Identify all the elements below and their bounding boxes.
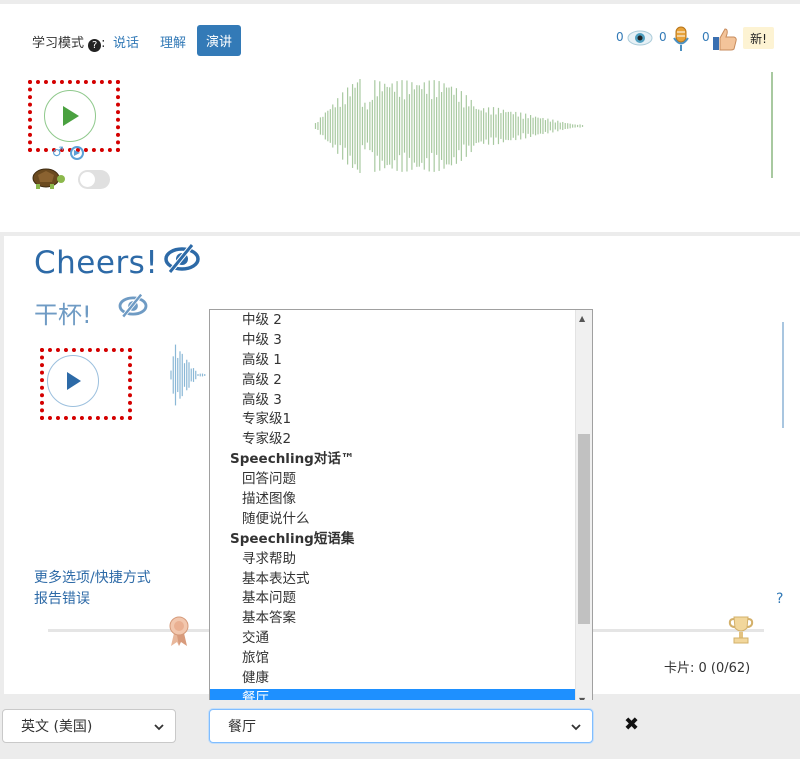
language-select[interactable]: 英文 (美国): [2, 709, 176, 743]
recordings-count: 0: [659, 30, 667, 44]
microphone-icon: [671, 25, 691, 57]
likes-count: 0: [702, 30, 710, 44]
category-option[interactable]: 高级 3: [210, 391, 576, 411]
category-option[interactable]: 高级 1: [210, 351, 576, 371]
category-option[interactable]: 描述图像: [210, 490, 576, 510]
category-option[interactable]: 健康: [210, 669, 576, 689]
mode-speak-link[interactable]: 说话: [113, 32, 139, 51]
medal-icon: [168, 615, 190, 651]
music-note-icon[interactable]: ♂: [52, 145, 64, 160]
category-option[interactable]: 回答问题: [210, 470, 576, 490]
waveform-cursor: [771, 72, 773, 178]
chevron-down-icon: [571, 724, 581, 731]
category-option[interactable]: 交通: [210, 629, 576, 649]
close-icon[interactable]: ✖: [624, 714, 639, 735]
category-dropdown-list[interactable]: 中级 2 中级 3 高级 1 高级 2 高级 3 专家级1 专家级2 Speechling对话…: [209, 309, 593, 708]
more-options-link[interactable]: 更多选项/快捷方式: [34, 567, 151, 587]
dropdown-scrollbar[interactable]: ▲ ▼: [575, 310, 592, 707]
category-option[interactable]: 寻求帮助: [210, 550, 576, 570]
chevron-down-icon: [154, 724, 164, 731]
play-icon: [67, 372, 81, 390]
user-waveform-cursor: [782, 322, 784, 428]
cards-count: 卡片: 0 (0/62): [664, 661, 751, 676]
learning-mode-label: 学习模式 ?:: [32, 36, 106, 52]
translation-text: 干杯!: [34, 301, 92, 329]
hide-translation-icon[interactable]: [118, 293, 148, 323]
category-option[interactable]: 基本问题: [210, 589, 576, 609]
phrase-text: Cheers!: [34, 245, 159, 281]
hide-eye-icon[interactable]: [164, 243, 200, 279]
turtle-icon[interactable]: [28, 165, 66, 195]
category-option[interactable]: 随便说什么: [210, 510, 576, 530]
scroll-up-icon[interactable]: ▲: [579, 314, 585, 323]
mode-understand-link[interactable]: 理解: [160, 32, 186, 51]
play-icon: [63, 106, 79, 126]
help-link[interactable]: ?: [776, 591, 783, 607]
thumbs-up-icon: [712, 26, 738, 56]
play-user-recording-button[interactable]: [47, 355, 99, 407]
native-waveform: [314, 78, 584, 174]
option-group-label: Speechling短语集: [230, 530, 355, 547]
new-badge: 新!: [743, 27, 774, 49]
category-option[interactable]: 基本表达式: [210, 570, 576, 590]
category-option[interactable]: 中级 2: [210, 311, 576, 331]
question-circle-icon[interactable]: ?: [88, 39, 102, 52]
report-error-link[interactable]: 报告错误: [34, 588, 90, 608]
user-waveform: [170, 344, 206, 406]
category-select[interactable]: 餐厅: [209, 709, 593, 743]
play-native-button[interactable]: [44, 90, 96, 142]
scrollbar-thumb[interactable]: [578, 434, 590, 624]
category-option[interactable]: 中级 3: [210, 331, 576, 351]
trophy-icon: [728, 614, 754, 650]
category-option[interactable]: 旅馆: [210, 649, 576, 669]
replay-icon[interactable]: ▶: [70, 146, 84, 160]
slow-mode-toggle[interactable]: [78, 170, 110, 189]
category-option[interactable]: 专家级1: [210, 410, 576, 430]
views-count: 0: [616, 30, 624, 44]
category-options: 中级 2 中级 3 高级 1 高级 2 高级 3 专家级1 专家级2 Speechling对话…: [210, 311, 576, 707]
mode-speech-button[interactable]: 演讲: [197, 25, 241, 56]
category-option[interactable]: 专家级2: [210, 430, 576, 450]
category-option[interactable]: 基本答案: [210, 609, 576, 629]
category-option[interactable]: 高级 2: [210, 371, 576, 391]
option-group-label: Speechling对话™: [230, 451, 355, 468]
eye-icon: [627, 29, 653, 51]
